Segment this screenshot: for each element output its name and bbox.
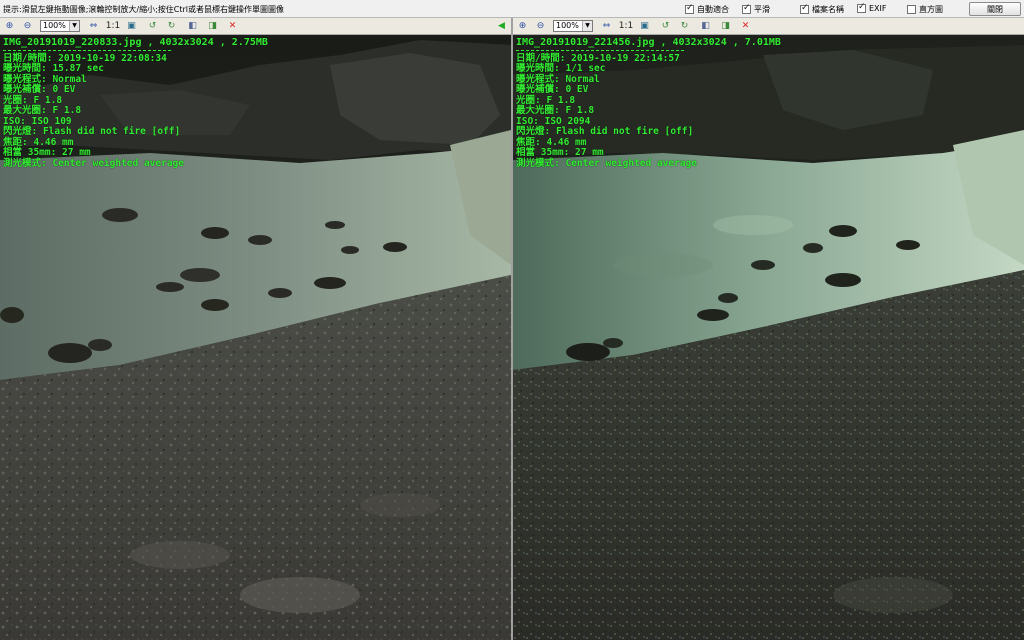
right-exif-overlay: IMG_20191019_221456.jpg , 4032x3024 , 7.…: [516, 37, 781, 169]
option-filename[interactable]: 檔案名稱: [800, 3, 844, 15]
exif-line: 閃光燈: Flash did not fire [off]: [3, 126, 181, 137]
exif-line: 最大光圈: F 1.8: [516, 105, 595, 116]
exif-line: 測光模式: Center weighted average: [516, 157, 697, 169]
auto-fit-checkbox[interactable]: [685, 3, 694, 14]
chevron-down-icon: ▼: [69, 21, 79, 31]
next-image-icon[interactable]: ◨: [207, 21, 218, 32]
top-toolbar: 提示:滑鼠左鍵拖動圖像;滾輪控制放大/縮小;按住Ctrl或者鼠標右鍵操作單圖圖像…: [0, 0, 1024, 18]
exif-line: 曝光時間: 15.87 sec: [3, 63, 104, 74]
zoom-out-icon[interactable]: ⊖: [535, 21, 546, 32]
rotate-right-icon[interactable]: ↻: [166, 21, 177, 32]
separator: [3, 49, 171, 51]
sync-arrow-icon[interactable]: ◀: [496, 21, 507, 32]
fullscreen-icon[interactable]: ▣: [639, 21, 650, 32]
left-filename-line: IMG_20191019_220833.jpg , 4032x3024 , 2.…: [3, 37, 268, 48]
left-image-pane[interactable]: ⊕ ⊖ 100% ▼ ⇔ 1:1 ▣ ↺ ↻ ◧ ◨ ✕ ◀ IMG_20191…: [0, 18, 511, 640]
exif-line: 相當 35mm: 27 mm: [3, 147, 91, 158]
right-zoom-select[interactable]: 100% ▼: [553, 20, 593, 32]
right-filename-line: IMG_20191019_221456.jpg , 4032x3024 , 7.…: [516, 37, 781, 48]
rotate-left-icon[interactable]: ↺: [147, 21, 158, 32]
rotate-left-icon[interactable]: ↺: [660, 21, 671, 32]
close-pane-icon[interactable]: ✕: [227, 21, 238, 32]
close-pane-icon[interactable]: ✕: [740, 21, 751, 32]
option-histogram[interactable]: 直方圖: [907, 4, 943, 15]
previous-image-icon[interactable]: ◧: [187, 21, 198, 32]
next-image-icon[interactable]: ◨: [720, 21, 731, 32]
left-exif-overlay: IMG_20191019_220833.jpg , 4032x3024 , 2.…: [3, 37, 268, 169]
right-image-toolbar: ⊕ ⊖ 100% ▼ ⇔ 1:1 ▣ ↺ ↻ ◧ ◨ ✕: [513, 18, 1024, 35]
option-auto-fit[interactable]: 自動適合: [685, 3, 729, 15]
left-image-toolbar: ⊕ ⊖ 100% ▼ ⇔ 1:1 ▣ ↺ ↻ ◧ ◨ ✕ ◀: [0, 18, 511, 35]
actual-size-button[interactable]: 1:1: [618, 21, 634, 32]
close-button[interactable]: 關閉: [969, 2, 1021, 16]
chevron-down-icon: ▼: [582, 21, 592, 31]
usage-hint: 提示:滑鼠左鍵拖動圖像;滾輪控制放大/縮小;按住Ctrl或者鼠標右鍵操作單圖圖像: [3, 5, 285, 14]
option-exif[interactable]: EXIF: [857, 2, 887, 13]
exif-checkbox[interactable]: [857, 2, 866, 13]
right-image-pane[interactable]: ⊕ ⊖ 100% ▼ ⇔ 1:1 ▣ ↺ ↻ ◧ ◨ ✕ IMG_2019101…: [513, 18, 1024, 640]
histogram-checkbox[interactable]: [907, 5, 916, 14]
exif-line: 曝光補償: 0 EV: [3, 84, 76, 95]
fit-icon[interactable]: ⇔: [88, 21, 99, 32]
option-smooth[interactable]: 平滑: [742, 3, 770, 15]
exif-line: 曝光時間: 1/1 sec: [516, 63, 606, 74]
exif-line: 最大光圈: F 1.8: [3, 105, 82, 116]
separator: [516, 49, 684, 51]
previous-image-icon[interactable]: ◧: [700, 21, 711, 32]
zoom-out-icon[interactable]: ⊖: [22, 21, 33, 32]
exif-line: 相當 35mm: 27 mm: [516, 147, 604, 158]
exif-line: 閃光燈: Flash did not fire [off]: [516, 126, 694, 137]
filename-checkbox[interactable]: [800, 3, 809, 14]
rotate-right-icon[interactable]: ↻: [679, 21, 690, 32]
zoom-in-icon[interactable]: ⊕: [517, 21, 528, 32]
smooth-checkbox[interactable]: [742, 3, 751, 14]
actual-size-button[interactable]: 1:1: [105, 21, 121, 32]
fullscreen-icon[interactable]: ▣: [126, 21, 137, 32]
left-zoom-select[interactable]: 100% ▼: [40, 20, 80, 32]
fit-icon[interactable]: ⇔: [601, 21, 612, 32]
exif-line: 測光模式: Center weighted average: [3, 157, 184, 169]
exif-line: 曝光補償: 0 EV: [516, 84, 589, 95]
zoom-in-icon[interactable]: ⊕: [4, 21, 15, 32]
